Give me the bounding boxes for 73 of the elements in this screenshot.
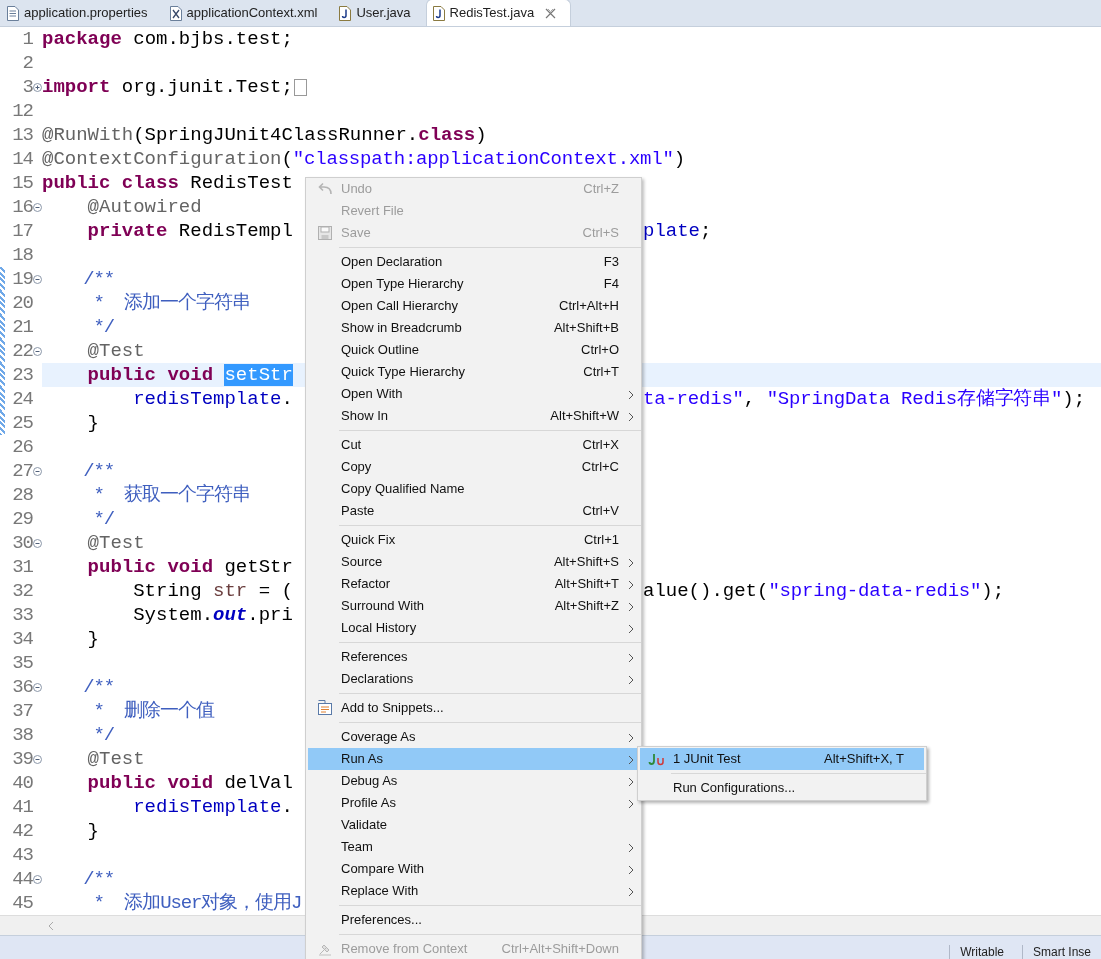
line-number: 2 bbox=[21, 50, 33, 76]
line-number: 22 bbox=[11, 338, 33, 364]
code-text: @Test bbox=[86, 338, 145, 364]
line-number: 37 bbox=[11, 698, 33, 724]
line-number: 27 bbox=[11, 458, 33, 484]
code-text: package com.bjbs.test; bbox=[42, 27, 293, 52]
line-number: 34 bbox=[11, 626, 33, 652]
line-number: 44 bbox=[11, 866, 33, 892]
code-text: @ContextConfiguration("classpath:applicationContext.xml") bbox=[42, 146, 686, 172]
line-number: 19 bbox=[11, 266, 33, 292]
code-text: System.out.pri bbox=[132, 602, 293, 628]
line-number: 35 bbox=[11, 650, 33, 676]
line-number: 40 bbox=[11, 770, 33, 796]
line-number: 30 bbox=[11, 530, 33, 556]
line-number: 25 bbox=[11, 410, 33, 436]
code-text: String str = ( bbox=[132, 578, 294, 604]
code-text: */ bbox=[92, 506, 115, 532]
code-text: @Autowired bbox=[86, 194, 202, 220]
line-number: 42 bbox=[11, 818, 33, 844]
line-number: 31 bbox=[11, 554, 33, 580]
line-number: 43 bbox=[11, 842, 33, 868]
code-text: } bbox=[86, 410, 99, 436]
code-text: ta-redis", "SpringData Redis存储字符串"); bbox=[643, 386, 1086, 412]
code-text: public void setStr bbox=[86, 362, 293, 388]
line-number: 45 bbox=[11, 890, 33, 915]
line-number: 41 bbox=[11, 794, 33, 820]
code-text: plate; bbox=[643, 218, 712, 244]
code-text: @Test bbox=[86, 746, 145, 772]
line-number: 18 bbox=[11, 242, 33, 268]
line-number: 38 bbox=[11, 722, 33, 748]
code-text: * 删除一个值 bbox=[92, 698, 214, 724]
line-number: 14 bbox=[11, 146, 33, 172]
code-text: */ bbox=[92, 314, 115, 340]
line-number: 28 bbox=[11, 482, 33, 508]
line-number: 15 bbox=[11, 170, 33, 196]
line-number: 26 bbox=[11, 434, 33, 460]
line-number: 16 bbox=[11, 194, 33, 220]
line-number: 32 bbox=[11, 578, 33, 604]
code-text: redisTemplate. bbox=[132, 386, 294, 412]
line-number: 33 bbox=[11, 602, 33, 628]
line-number: 12 bbox=[11, 98, 33, 124]
line-number: 24 bbox=[11, 386, 33, 412]
code-text: @RunWith(SpringJUnit4ClassRunner.class) bbox=[42, 122, 487, 148]
line-number: 17 bbox=[11, 218, 33, 244]
code-text: * 添加一个字符串 bbox=[92, 290, 250, 316]
code-text: public class RedisTest bbox=[42, 170, 293, 196]
code-text: public void getStr bbox=[86, 554, 293, 580]
code-text: /** bbox=[82, 266, 115, 292]
line-number: 20 bbox=[11, 290, 33, 316]
line-number: 3 bbox=[21, 74, 33, 100]
line-number: 1 bbox=[21, 27, 33, 52]
status-field: Smart Inse bbox=[1021, 945, 1101, 959]
code-text: } bbox=[86, 818, 99, 844]
code-text: import org.junit.Test; bbox=[42, 74, 293, 100]
line-number: 23 bbox=[11, 362, 33, 388]
line-number: 21 bbox=[11, 314, 33, 340]
code-text: @Test bbox=[86, 530, 145, 556]
code-text: /** bbox=[82, 866, 115, 892]
code-text: private RedisTempl bbox=[86, 218, 294, 244]
code-text: public void delVal bbox=[86, 770, 293, 796]
status-field: Writable bbox=[949, 945, 1014, 959]
line-number: 29 bbox=[11, 506, 33, 532]
line-number: 13 bbox=[11, 122, 33, 148]
line-number: 39 bbox=[11, 746, 33, 772]
code-text: } bbox=[86, 626, 99, 652]
code-text: * 获取一个字符串 bbox=[92, 482, 250, 508]
line-number: 36 bbox=[11, 674, 33, 700]
code-text: redisTemplate. bbox=[132, 794, 293, 820]
code-text: /** bbox=[82, 674, 115, 700]
code-text: /** bbox=[82, 458, 115, 484]
code-text: */ bbox=[92, 722, 115, 748]
code-text: alue().get("spring-data-redis"); bbox=[643, 578, 1005, 604]
code-text: * 添加User对象，使用J bbox=[92, 890, 302, 915]
